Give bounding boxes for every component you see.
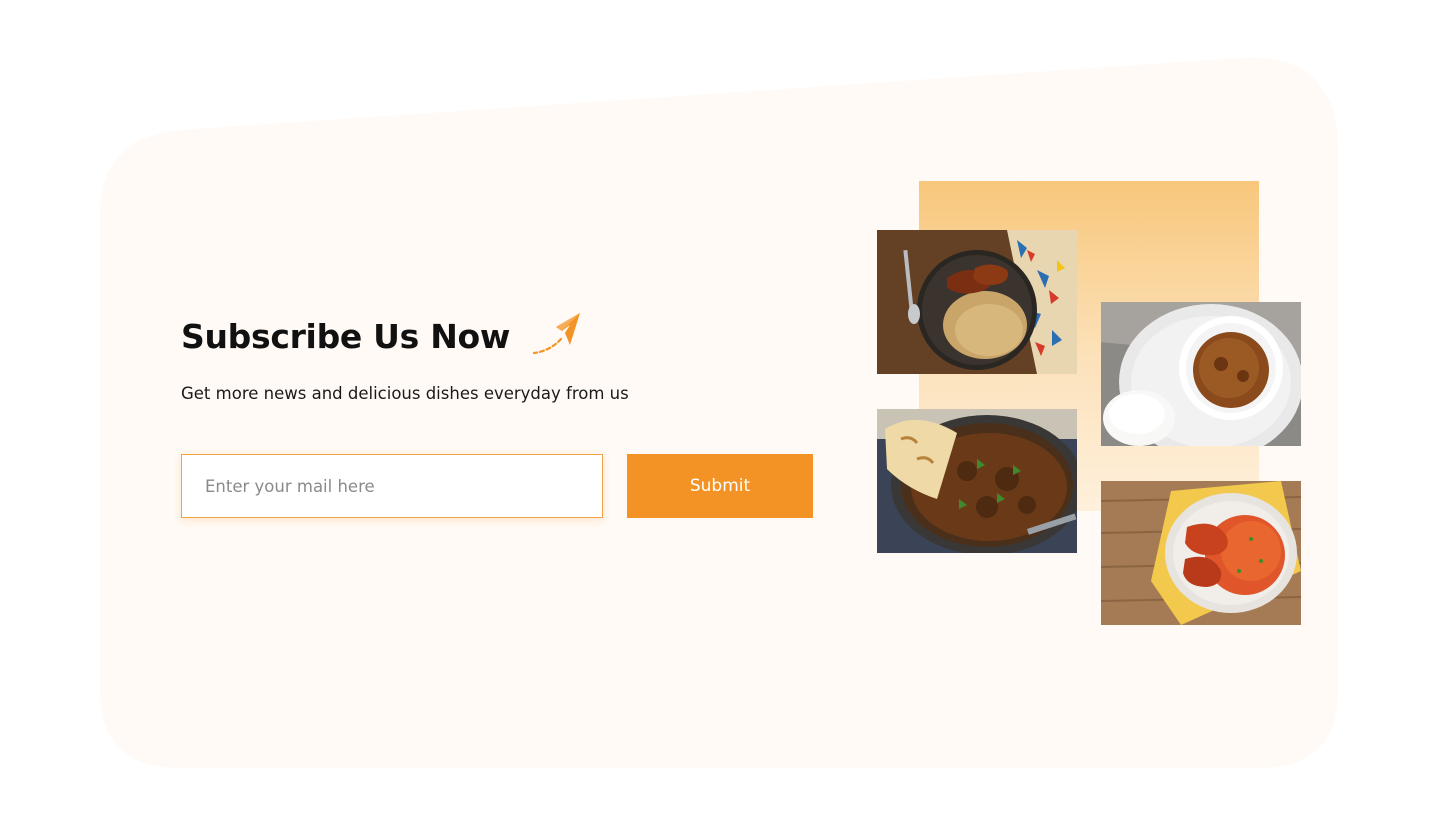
jollof-rice-drumsticks-photo — [1101, 481, 1301, 625]
subscribe-block: Subscribe Us Now Get more news and delic… — [181, 300, 821, 518]
title-row: Subscribe Us Now — [181, 300, 821, 372]
email-input[interactable] — [181, 454, 603, 518]
paper-plane-icon — [532, 313, 581, 355]
newsletter-section: Subscribe Us Now Get more news and delic… — [0, 0, 1440, 823]
jollof-chicken-plate-photo — [877, 230, 1077, 374]
subtitle: Get more news and delicious dishes every… — [181, 384, 629, 403]
curry-skillet-with-naan-photo — [877, 409, 1077, 553]
subscribe-form: Submit — [181, 454, 813, 518]
submit-button[interactable]: Submit — [627, 454, 813, 518]
page-title: Subscribe Us Now — [181, 316, 511, 356]
soup-with-fufu-photo — [1101, 302, 1301, 446]
